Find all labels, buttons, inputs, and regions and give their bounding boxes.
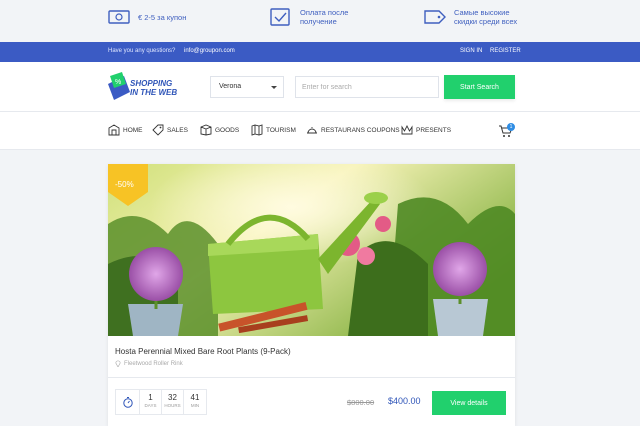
card-divider [108, 377, 515, 378]
top-bar: Have you any questions? info@groupon.com… [0, 42, 640, 62]
deal-card[interactable]: -50% Hosta Perennial Mixed Bare Root Pla… [108, 164, 515, 426]
timer-days-value: 1 [148, 393, 153, 402]
deal-location: Fleetwood Roller Rink [115, 360, 183, 367]
crown-icon [401, 124, 413, 135]
tag-icon [152, 124, 164, 136]
promo-text-line1: € 2-5 за купон [138, 12, 187, 22]
nav-label: PRESENTS [416, 126, 452, 134]
nav-item-tourism[interactable]: TOURISM [251, 124, 296, 136]
timer-days: 1 DAYS [140, 390, 162, 414]
nav-item-presents[interactable]: PRESENTS [401, 124, 451, 136]
promo-strip: € 2-5 за купон Оплата после получение Са… [0, 0, 640, 42]
home-icon [108, 124, 120, 136]
logo-badge: % [115, 79, 121, 86]
promo-text-line1: Оплата после [300, 8, 349, 17]
new-price: $400.00 [388, 396, 421, 406]
promo-text-line2: скидки среди всех [454, 17, 518, 26]
main-nav: HOME SALES GOODS TOURISM RESTAURANS COUP… [0, 112, 640, 150]
promo-item-discount: Самые высокие скидки среди всех [424, 8, 517, 26]
timer-hours-value: 32 [168, 393, 177, 402]
promo-text-line2: получение [300, 17, 337, 26]
countdown-timer: 1 DAYS 32 HOURS 41 MIN [115, 389, 207, 415]
promo-item-payment: Оплата после получение [270, 8, 348, 26]
box-icon [200, 124, 212, 136]
promo-item-price: € 2-5 за купон [108, 8, 186, 26]
logo-icon[interactable]: % [106, 70, 132, 106]
nav-label: GOODS [215, 126, 240, 134]
city-select-value: Verona [219, 83, 242, 90]
nav-item-goods[interactable]: GOODS [200, 124, 239, 136]
old-price: $800.00 [347, 398, 375, 407]
search-input[interactable] [295, 76, 439, 98]
nav-item-sales[interactable]: SALES [152, 124, 188, 136]
nav-label: SALES [167, 126, 188, 134]
timer-days-label: DAYS [144, 403, 157, 408]
nav-label: HOME [123, 126, 143, 134]
city-select[interactable]: Verona [210, 76, 284, 98]
checkbox-icon [270, 8, 290, 26]
logo-line2: IN THE WEB [130, 88, 178, 97]
discount-badge: -50% [115, 180, 134, 189]
timer-hours: 32 HOURS [162, 390, 184, 414]
promo-text-line1: Самые высокие [454, 8, 510, 17]
timer-minutes-label: MIN [190, 403, 200, 408]
timer-minutes-value: 41 [190, 393, 200, 402]
cloche-icon [307, 127, 317, 134]
deal-location-text: Fleetwood Roller Rink [124, 360, 183, 367]
nav-label: RESTAURANS COUPONS [321, 126, 400, 134]
start-search-button[interactable]: Start Search [444, 75, 515, 99]
logo-line1: SHOPPING [130, 79, 173, 88]
view-details-button[interactable]: View details [432, 391, 506, 415]
chevron-down-icon [271, 86, 277, 89]
nav-item-home[interactable]: HOME [108, 124, 143, 136]
email-link[interactable]: info@groupon.com [184, 48, 235, 54]
signin-link[interactable]: SIGN IN [460, 48, 482, 54]
deal-image[interactable] [108, 164, 515, 336]
money-icon [108, 10, 130, 24]
timer-hours-label: HOURS [164, 403, 181, 408]
deal-title[interactable]: Hosta Perennial Mixed Bare Root Plants (… [115, 347, 291, 356]
map-icon [251, 124, 263, 136]
register-link[interactable]: REGISTER [490, 48, 521, 54]
logo[interactable]: SHOPPING IN THE WEB [130, 79, 177, 97]
nav-label: TOURISM [266, 126, 296, 134]
questions-text: Have you any questions? [108, 48, 176, 54]
nav-item-restaurans-coupons[interactable]: RESTAURANS COUPONS [306, 124, 400, 136]
stopwatch-icon [122, 397, 133, 408]
tag-icon [424, 10, 446, 24]
location-pin-icon [115, 360, 121, 367]
timer-minutes: 41 MIN [184, 390, 206, 414]
cart-count-badge: 1 [507, 123, 515, 131]
